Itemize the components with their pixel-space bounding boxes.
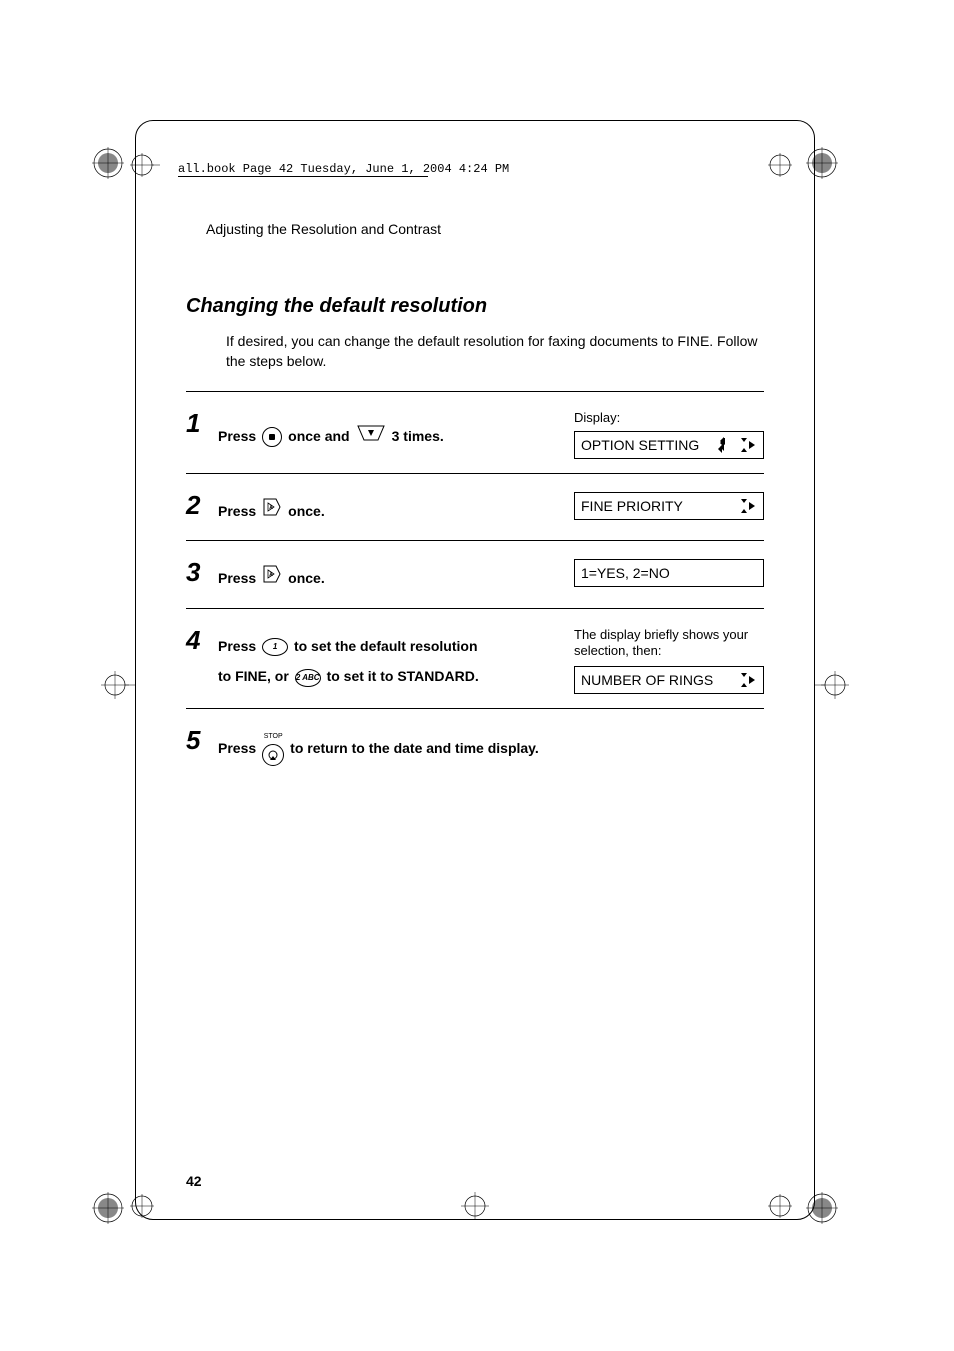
step-2-display: FINE PRIORITY: [574, 488, 764, 526]
step-text: once.: [288, 499, 325, 524]
reg-mark-mid-right: [815, 665, 855, 705]
step-text: Press: [218, 566, 256, 591]
page-number: 42: [186, 1173, 202, 1189]
chapter-header: Adjusting the Resolution and Contrast: [206, 221, 764, 237]
step-2-text: Press A once.: [218, 488, 574, 526]
step-num: 5: [186, 723, 218, 766]
step-text: once and: [288, 424, 349, 449]
step-text: Press: [218, 736, 256, 761]
step-text: 3 times.: [392, 424, 444, 449]
right-arrow-button-icon: A: [262, 496, 282, 526]
step-2: 2 Press A once. FINE PRIORITY: [186, 473, 764, 540]
step-1-display: Display: OPTION SETTING: [574, 406, 764, 459]
step-3-display: 1=YES, 2=NO: [574, 555, 764, 593]
lcd-display: 1=YES, 2=NO: [574, 559, 764, 587]
step-5-text: Press STOP to return to the date and tim…: [218, 723, 764, 766]
display-note: The display briefly shows your selection…: [574, 627, 764, 661]
lcd-nav-icon: [737, 672, 757, 688]
step-text: to set the default resolution: [294, 638, 478, 654]
steps-list: 1 Press once and 3 times. Display:: [186, 391, 764, 780]
stop-label: STOP: [264, 731, 283, 744]
function-button-icon: [262, 427, 282, 447]
intro-text: If desired, you can change the default r…: [226, 332, 764, 371]
step-text: Press: [218, 638, 260, 654]
display-label: Display:: [574, 410, 764, 425]
step-4-display: The display briefly shows your selection…: [574, 623, 764, 695]
reg-mark-mid-left: [95, 665, 135, 705]
lcd-nav-icon: [737, 498, 757, 514]
step-4: 4 Press 1 to set the default resolution …: [186, 608, 764, 709]
step-text: once.: [288, 566, 325, 591]
section-title: Changing the default resolution: [186, 295, 764, 318]
lcd-text: 1=YES, 2=NO: [581, 565, 670, 581]
lcd-nav-icon: [737, 437, 757, 453]
lcd-display: NUMBER OF RINGS: [574, 666, 764, 694]
step-1-text: Press once and 3 times.: [218, 406, 574, 459]
key-2-icon: 2 ABC: [295, 669, 321, 687]
stop-button-icon: STOP: [262, 731, 284, 766]
step-num: 4: [186, 623, 218, 695]
step-text: Press: [218, 499, 256, 524]
step-1: 1 Press once and 3 times. Display:: [186, 391, 764, 473]
step-3-text: Press A once.: [218, 555, 574, 593]
lcd-arrows-icon: [716, 437, 736, 453]
lcd-display: OPTION SETTING: [574, 431, 764, 459]
step-3: 3 Press A once. 1=YES, 2=NO: [186, 540, 764, 607]
step-text: to FINE, or: [218, 668, 293, 684]
page: Adjusting the Resolution and Contrast Ch…: [135, 120, 815, 1220]
step-num: 3: [186, 555, 218, 593]
svg-text:A: A: [269, 572, 273, 578]
lcd-text: FINE PRIORITY: [581, 498, 683, 514]
down-arrow-button-icon: [356, 424, 386, 450]
lcd-text: OPTION SETTING: [581, 437, 699, 453]
step-4-text: Press 1 to set the default resolution to…: [218, 623, 574, 695]
step-num: 2: [186, 488, 218, 526]
lcd-display: FINE PRIORITY: [574, 492, 764, 520]
step-text: Press: [218, 424, 256, 449]
svg-text:A: A: [269, 505, 273, 511]
lcd-text: NUMBER OF RINGS: [581, 672, 713, 688]
step-num: 1: [186, 406, 218, 459]
step-text: to set it to STANDARD.: [327, 668, 479, 684]
step-text: to return to the date and time display.: [290, 736, 539, 761]
right-arrow-button-icon: A: [262, 563, 282, 593]
key-1-icon: 1: [262, 638, 288, 656]
step-5: 5 Press STOP to return to the date and t…: [186, 708, 764, 780]
